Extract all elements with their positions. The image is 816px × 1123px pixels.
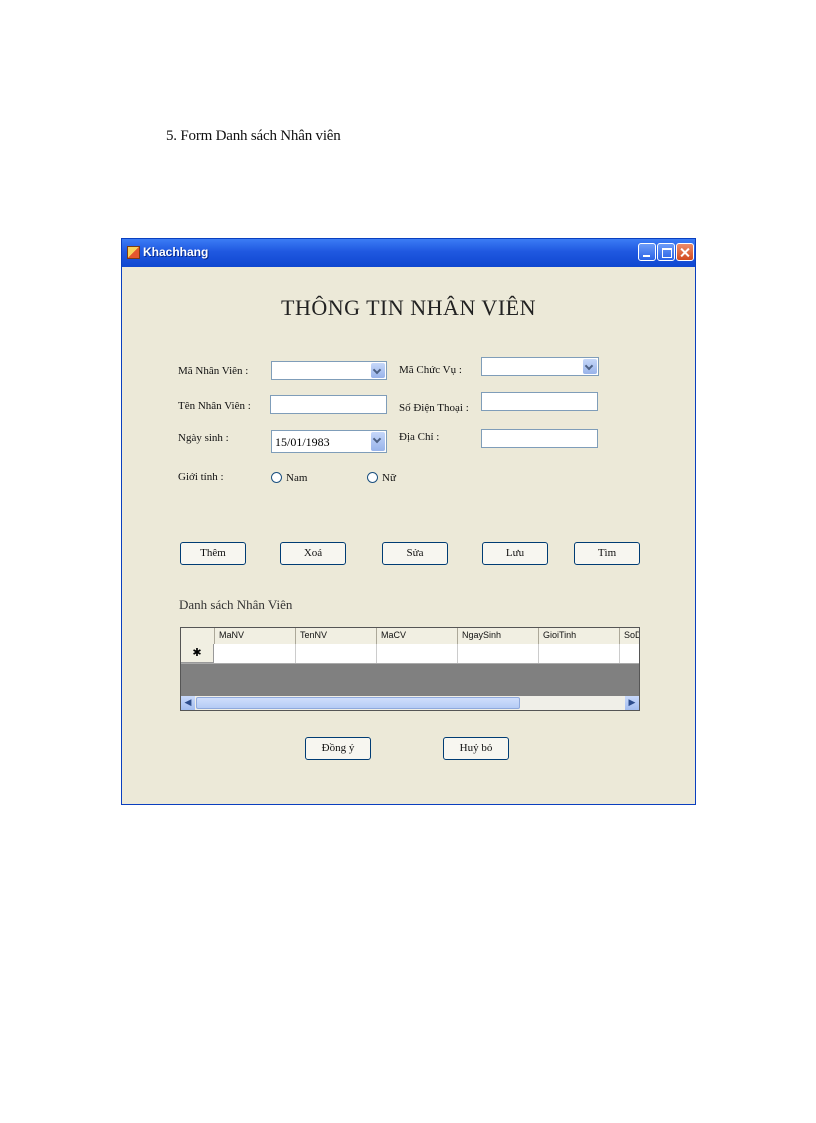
horizontal-scrollbar[interactable]: ◀ ▶ [181,696,639,710]
scroll-thumb[interactable] [196,697,520,709]
list-title: Danh sách Nhân Viên [179,597,293,612]
maximize-button[interactable] [657,243,675,261]
chevron-down-icon[interactable] [583,359,597,374]
huy-bo-button[interactable]: Huỷ bỏ [443,737,509,760]
close-button[interactable] [676,243,694,261]
dong-y-button[interactable]: Đồng ý [305,737,371,760]
radio-nam-label: Nam [286,472,308,484]
chevron-down-icon[interactable] [371,363,385,378]
sua-button[interactable]: Sửa [382,542,448,565]
title-bar[interactable]: Khachhang [122,239,695,267]
cell-divider [619,644,620,663]
dia-chi-input[interactable] [481,429,598,448]
radio-nu[interactable] [367,472,378,483]
form-heading: THÔNG TIN NHÂN VIÊN [281,295,536,320]
them-button[interactable]: Thêm [180,542,246,565]
document-caption: 5. Form Danh sách Nhân viên [166,128,341,144]
label-gioi-tinh: Giới tính : [178,471,224,483]
cell-divider [295,644,296,663]
chevron-down-icon[interactable] [371,432,385,451]
column-header-macv[interactable]: MaCV [376,628,457,644]
xoa-button[interactable]: Xoá [280,542,346,565]
column-header-ngaysinh[interactable]: NgaySinh [457,628,538,644]
new-row[interactable] [181,644,639,664]
column-header-manv[interactable]: MaNV [214,628,295,644]
ten-nhan-vien-input[interactable] [270,395,387,414]
cell-divider [538,644,539,663]
column-header-gioitinh[interactable]: GioiTinh [538,628,619,644]
grid-header: MaNV TenNV MaCV NgaySinh GioiTinh SoD [181,628,639,645]
scroll-left-icon[interactable]: ◀ [181,696,195,710]
app-icon [127,246,140,259]
column-header-tennv[interactable]: TenNV [295,628,376,644]
label-so-dien-thoai: Số Điện Thoại : [399,402,469,414]
cell-divider [376,644,377,663]
luu-button[interactable]: Lưu [482,542,548,565]
scroll-right-icon[interactable]: ▶ [625,696,639,710]
label-ten-nhan-vien: Tên Nhân Viên : [178,400,251,412]
minimize-button[interactable] [638,243,656,261]
cell-divider [457,644,458,663]
ngay-sinh-value: 15/01/1983 [275,435,330,449]
employee-grid[interactable]: MaNV TenNV MaCV NgaySinh GioiTinh SoD ✱ … [180,627,640,711]
tim-button[interactable]: Tìm [574,542,640,565]
so-dien-thoai-input[interactable] [481,392,598,411]
label-ngay-sinh: Ngày sinh : [178,432,229,444]
ma-nhan-vien-combo[interactable] [271,361,387,380]
radio-nam[interactable] [271,472,282,483]
ma-chuc-vu-combo[interactable] [481,357,599,376]
label-ma-chuc-vu: Mã Chức Vụ : [399,364,462,376]
new-row-marker: ✱ [181,644,214,663]
label-dia-chi: Địa Chỉ : [399,431,440,443]
window-title: Khachhang [143,245,209,259]
ngay-sinh-datepicker[interactable]: 15/01/1983 [271,430,387,453]
column-header-sodt[interactable]: SoD [619,628,639,644]
app-window: Khachhang THÔNG TIN NHÂN VIÊN Mã Nhân Vi… [121,238,696,805]
radio-nu-label: Nữ [382,472,396,484]
label-ma-nhan-vien: Mã Nhân Viên : [178,365,249,377]
